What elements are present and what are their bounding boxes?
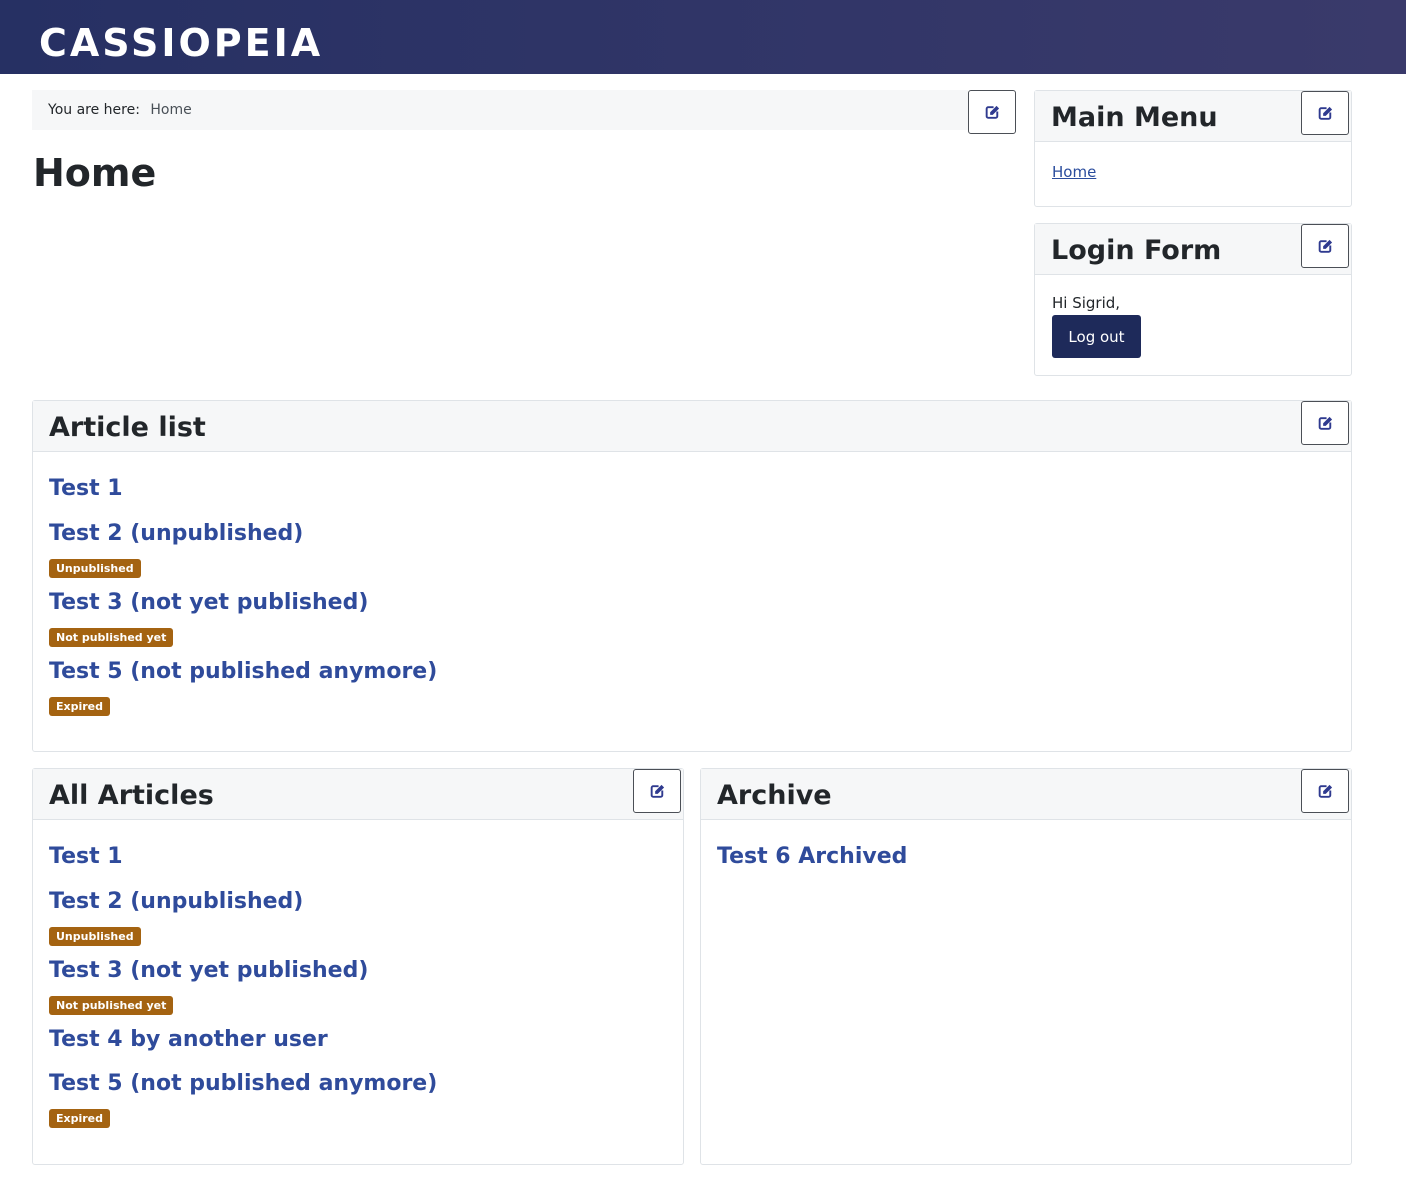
breadcrumb-current: Home [150,102,192,118]
article-list-item[interactable]: Test 5 (not published anymore) [49,657,437,687]
all-articles-title: All Articles [49,780,214,811]
logout-button[interactable]: Log out [1052,315,1141,358]
all-articles-item[interactable]: Test 1 [49,842,123,872]
status-badge-unpublished: Unpublished [49,559,141,578]
all-articles-item[interactable]: Test 5 (not published anymore) [49,1069,437,1099]
breadcrumb-prefix: You are here: [48,102,140,118]
edit-icon [650,784,664,798]
edit-breadcrumb-button[interactable] [968,90,1016,134]
article-list-item[interactable]: Test 2 (unpublished) [49,519,303,549]
all-articles-item[interactable]: Test 4 by another user [49,1025,328,1055]
edit-icon [1318,239,1332,253]
archive-module: Archive Test 6 Archived [700,768,1352,1165]
main-menu-item-home[interactable]: Home [1052,163,1096,181]
archive-header: Archive [701,769,1351,820]
site-header: CASSIOPEIA [0,0,1406,74]
login-form-title: Login Form [1051,235,1222,266]
article-list-title: Article list [49,412,206,443]
all-articles-item[interactable]: Test 3 (not yet published) [49,956,368,986]
edit-icon [1318,784,1332,798]
article-list-item[interactable]: Test 3 (not yet published) [49,588,368,618]
status-badge-unpublished: Unpublished [49,927,141,946]
edit-icon [985,105,999,119]
main-menu-title: Main Menu [1051,102,1218,133]
all-articles-module: All Articles Test 1 Test 2 (unpublished)… [32,768,684,1165]
edit-icon [1318,106,1332,120]
edit-archive-button[interactable] [1301,769,1349,813]
edit-icon [1318,416,1332,430]
status-badge-not-published-yet: Not published yet [49,628,174,647]
all-articles-item[interactable]: Test 2 (unpublished) [49,887,303,917]
page-title: Home [33,151,157,195]
status-badge-not-published-yet: Not published yet [49,996,174,1015]
status-badge-expired: Expired [49,697,111,716]
login-greeting: Hi Sigrid, [1052,294,1121,312]
edit-login-form-button[interactable] [1301,224,1349,268]
edit-main-menu-button[interactable] [1301,91,1349,135]
article-list-module: Article list Test 1 Test 2 (unpublished)… [32,400,1352,752]
edit-article-list-button[interactable] [1301,401,1349,445]
edit-all-articles-button[interactable] [633,769,681,813]
all-articles-header: All Articles [33,769,683,820]
article-list-item[interactable]: Test 1 [49,474,123,504]
site-logo[interactable]: CASSIOPEIA [39,20,323,66]
archive-item[interactable]: Test 6 Archived [717,842,907,872]
archive-title: Archive [717,780,832,811]
article-list-header: Article list [33,401,1351,452]
status-badge-expired: Expired [49,1109,111,1128]
breadcrumb: You are here: Home [32,90,968,130]
